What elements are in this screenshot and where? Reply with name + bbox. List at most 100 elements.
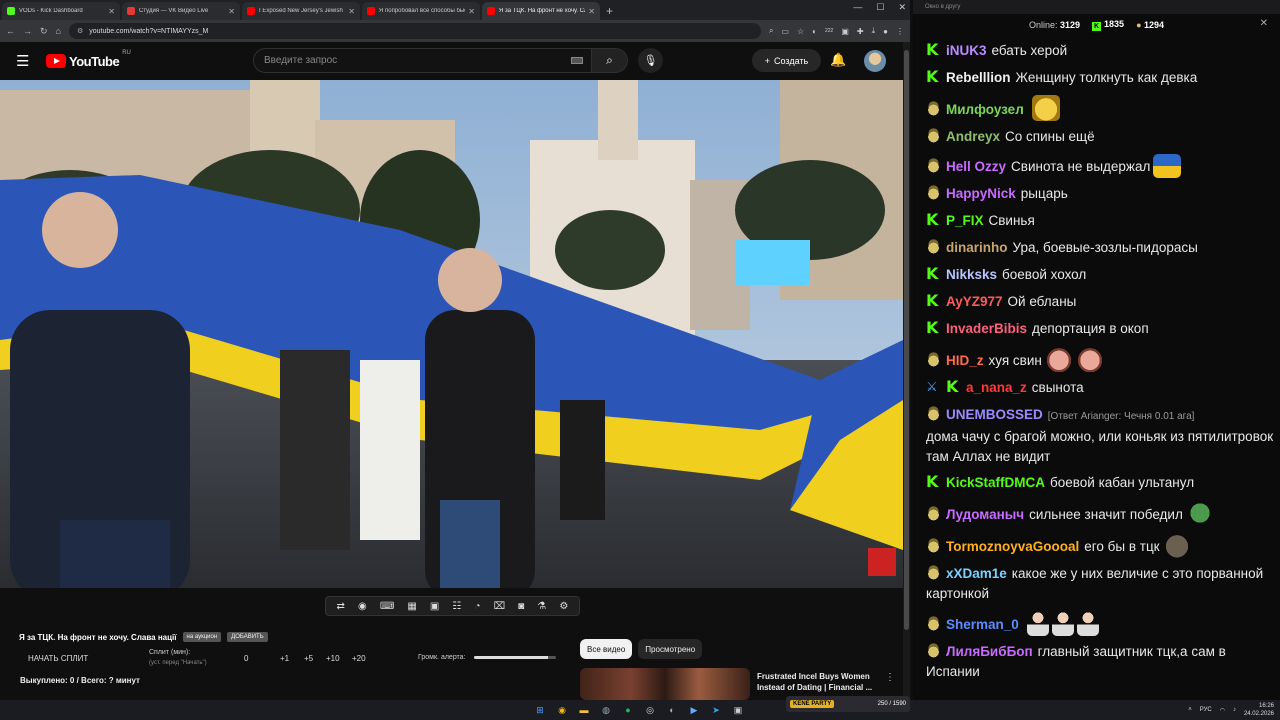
add-button[interactable]: ДОБАВИТЬ — [227, 632, 268, 642]
chat-username[interactable]: HappyNick — [946, 186, 1016, 201]
bookmark-star-icon[interactable]: ☆ — [797, 27, 804, 36]
voice-search-button[interactable]: 🎙 — [638, 48, 663, 73]
close-icon[interactable]: ✕ — [228, 7, 235, 16]
youtube-logo[interactable]: YouTube RU — [46, 50, 131, 69]
reload-icon[interactable]: ↻ — [40, 26, 48, 37]
back-icon[interactable]: ← — [6, 26, 15, 36]
chrome-icon[interactable]: ◉ — [554, 702, 570, 718]
chat-username[interactable]: KickStaffDMCA — [946, 475, 1045, 490]
chat-username[interactable]: InvaderBibis — [946, 321, 1027, 336]
speed-icon[interactable]: ◔ — [474, 601, 480, 612]
chat-username[interactable]: UNEMBOSSED — [946, 407, 1043, 422]
forward-icon[interactable]: → — [23, 26, 32, 36]
chat-username[interactable]: Rebelllion — [946, 70, 1011, 85]
close-icon[interactable]: ✕ — [588, 7, 595, 16]
new-tab-button[interactable]: + — [606, 2, 613, 20]
split-plus-1-button[interactable]: +1 — [280, 654, 304, 663]
cast-icon[interactable]: ▭ — [781, 27, 789, 36]
home-icon[interactable]: ⌂ — [56, 26, 61, 36]
profile-icon[interactable]: ● — [883, 27, 888, 36]
url-field[interactable]: ⚙ youtube.com/watch?v=NTIMAYYzs_M — [68, 23, 761, 39]
chat-username[interactable]: Лудоманыч — [946, 507, 1024, 522]
create-button[interactable]: + Создать — [752, 49, 821, 72]
minimize-icon[interactable]: — — [853, 2, 862, 13]
clock[interactable]: 16:26 24.02.2026 — [1244, 702, 1274, 718]
downloads-icon[interactable]: ⤓ — [872, 26, 876, 36]
gear-icon[interactable]: ⚙ — [559, 601, 568, 612]
chat-username[interactable]: AyYZ977 — [946, 294, 1003, 309]
flask-icon[interactable]: ⚗ — [537, 601, 546, 612]
close-icon[interactable]: ✕ — [348, 7, 355, 16]
chat-username[interactable]: a_nana_z — [966, 380, 1027, 395]
extension-icon[interactable]: ◐ — [812, 27, 817, 36]
chip-watched[interactable]: Просмотрено — [638, 639, 703, 659]
chat-username[interactable]: Nikksks — [946, 267, 997, 282]
chat-username[interactable]: Andreyx — [946, 129, 1000, 144]
tab-4-active[interactable]: Я за ТЦК. На фронт не хочу. Сла...✕ — [482, 2, 600, 20]
hamburger-menu-icon[interactable]: ☰ — [16, 52, 36, 70]
close-window-icon[interactable]: ✕ — [898, 2, 906, 13]
split-plus-20-button[interactable]: +20 — [352, 654, 366, 663]
camera-icon[interactable]: ◙ — [518, 601, 524, 612]
obs-icon[interactable]: ◎ — [642, 702, 658, 718]
chat-username[interactable]: dinarinho — [946, 240, 1008, 255]
chip-all-videos[interactable]: Все видео — [580, 639, 633, 659]
broadcast-icon[interactable]: ◉ — [358, 601, 367, 612]
close-icon[interactable]: ✕ — [1260, 18, 1268, 29]
split-plus-5-button[interactable]: +5 — [304, 654, 326, 663]
scrollbar-thumb[interactable] — [904, 50, 909, 630]
search-button[interactable]: ⌕ — [592, 48, 628, 73]
chat-username[interactable]: xXDam1e — [946, 566, 1007, 581]
chat-username[interactable]: Hell Ozzy — [946, 159, 1006, 174]
close-icon[interactable]: ✕ — [468, 7, 475, 16]
explorer-icon[interactable]: ▬ — [576, 702, 592, 718]
spotify-icon[interactable]: ● — [620, 702, 636, 718]
recommended-thumbnail[interactable] — [580, 668, 750, 700]
chat-username[interactable]: TormoznoyvaGoooal — [946, 539, 1079, 554]
start-icon[interactable]: ⊞ — [532, 702, 548, 718]
page-scrollbar[interactable] — [903, 42, 910, 700]
screenshot-icon[interactable]: ⌨ — [380, 601, 394, 612]
extension-icon[interactable]: ▣ — [841, 27, 849, 36]
more-options-icon[interactable]: ⋮ — [885, 672, 895, 683]
extensions-puzzle-icon[interactable]: ✚ — [857, 27, 864, 36]
split-value[interactable]: 0 — [244, 654, 280, 663]
app-icon[interactable]: ◐ — [664, 702, 680, 718]
alert-volume-slider[interactable] — [473, 656, 556, 659]
tab-3[interactable]: Я попробовал все способы быстро...✕ — [362, 2, 480, 20]
chat-username[interactable]: P_FIX — [946, 213, 984, 228]
browser-menu-icon[interactable]: ⋮ — [896, 27, 904, 36]
chat-username[interactable]: iNUK3 — [946, 43, 987, 58]
notifications-bell-icon[interactable]: 🔔 — [830, 52, 846, 68]
zoom-icon[interactable]: ⌕ — [769, 26, 773, 36]
split-plus-10-button[interactable]: +10 — [326, 654, 352, 663]
tab-2[interactable]: I Exposed New Jersey's Jewish Stre...✕ — [242, 2, 360, 20]
tab-0[interactable]: VODs - Kick Dashboard ✕ — [2, 2, 120, 20]
recommended-title[interactable]: Frustrated Incel Buys Women Instead of D… — [757, 671, 882, 693]
search-input[interactable] — [264, 55, 554, 66]
chat-username[interactable]: Sherman_0 — [946, 617, 1019, 632]
chat-username[interactable]: HID_z — [946, 353, 984, 368]
picture-in-picture-icon[interactable]: ▣ — [430, 601, 439, 612]
media-player-icon[interactable]: ▶ — [686, 702, 702, 718]
kick-widget[interactable]: KENE PARTY 250 / 1590 — [786, 696, 910, 712]
chat-username[interactable]: Милфоузел — [946, 102, 1024, 117]
avatar[interactable] — [864, 50, 886, 72]
extension-badge[interactable]: 222 — [825, 28, 833, 34]
app-icon[interactable]: ▣ — [730, 702, 746, 718]
telegram-icon[interactable]: ➤ — [708, 702, 724, 718]
close-icon[interactable]: ✕ — [108, 7, 115, 16]
maximize-icon[interactable]: ☐ — [876, 2, 884, 13]
steam-icon[interactable]: ◍ — [598, 702, 614, 718]
chat-username[interactable]: ЛиляБибБоп — [946, 644, 1033, 659]
volume-icon[interactable]: ♪ — [1233, 707, 1236, 713]
language-indicator[interactable]: РУС — [1200, 707, 1212, 713]
video-player[interactable] — [0, 80, 903, 588]
start-split-button[interactable]: НАЧАТЬ СПЛИТ — [28, 654, 88, 663]
tray-chevron-icon[interactable]: ˄ — [1188, 707, 1192, 713]
cut-icon[interactable]: ⌧ — [494, 601, 506, 612]
tab-1[interactable]: Студия — VK Видео Live ✕ — [122, 2, 240, 20]
network-icon[interactable]: ◠ — [1220, 707, 1225, 714]
loop-icon[interactable]: ⇄ — [337, 601, 345, 612]
site-info-icon[interactable]: ⚙ — [77, 27, 83, 35]
